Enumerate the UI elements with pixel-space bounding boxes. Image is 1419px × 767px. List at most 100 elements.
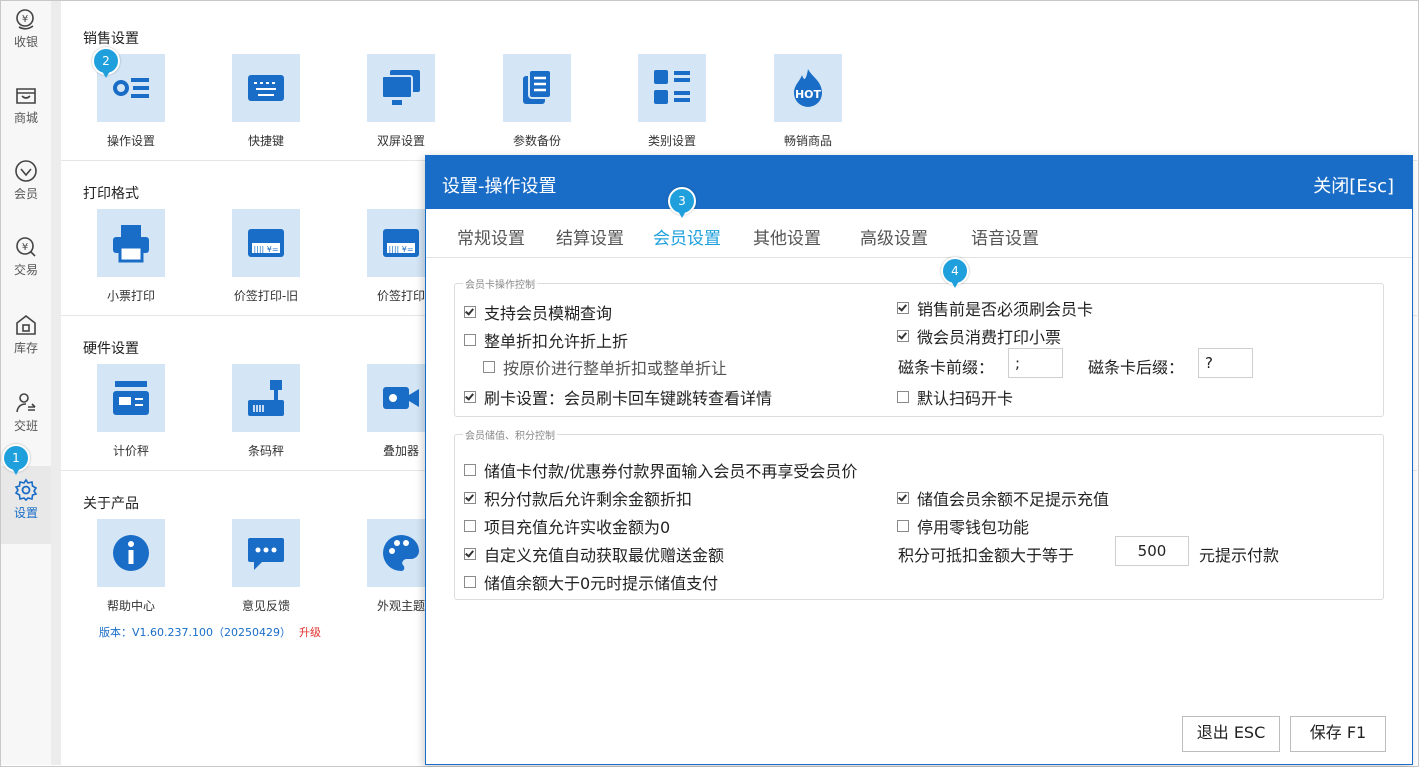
tile-label: 意见反馈 [241, 599, 290, 613]
require-card-before-sale-checkbox[interactable]: 销售前是否必须刷会员卡 [897, 296, 1093, 320]
shop-icon [16, 88, 36, 104]
zero-recharge-checkbox[interactable]: 项目充值允许实收金额为0 [464, 514, 670, 538]
mag-card-suffix-label: 磁条卡后缀： [1088, 358, 1185, 377]
tile-category-settings[interactable]: 类别设置 [622, 54, 722, 149]
nav-label: 交易 [13, 263, 38, 277]
original-price-discount-checkbox[interactable]: 按原价进行整单折扣或整单折让 [483, 355, 727, 379]
hot-flame-icon: HOT [794, 69, 822, 107]
group-title: 会员卡操作控制 [463, 276, 537, 291]
stacked-discount-checkbox[interactable]: 整单折扣允许折上折 [464, 328, 628, 352]
diamond-icon [15, 160, 37, 182]
tab-bar: 常规设置 结算设置 会员设置 其他设置 高级设置 语音设置 [426, 209, 1412, 258]
tile-barcode-scale[interactable]: 条码秤 [216, 364, 316, 459]
checkbox-icon [464, 334, 476, 346]
version-text: 版本：V1.60.237.100（20250429） [99, 626, 291, 639]
svg-text:¥: ¥ [22, 14, 28, 25]
step-marker: 3 [668, 187, 696, 218]
tile-parameter-backup[interactable]: 参数备份 [487, 54, 587, 149]
tile-shortcut-keys[interactable]: 快捷键 [216, 54, 316, 149]
tab-general[interactable]: 常规设置 [457, 224, 525, 249]
price-tag-icon: |||| ¥= [383, 229, 419, 257]
tile-label: 双屏设置 [376, 134, 425, 148]
exit-button[interactable]: 退出 ESC [1182, 716, 1280, 752]
nav-divider [51, 1, 61, 765]
svg-text:¥: ¥ [22, 242, 28, 253]
tile-pricing-scale[interactable]: 计价秤 [81, 364, 181, 459]
auto-best-bonus-checkbox[interactable]: 自定义充值自动获取最优赠送金额 [464, 542, 724, 566]
left-nav: ¥ 收银 商城 会员 ¥ 交易 库存 交班 设置 [1, 1, 51, 765]
points-remaining-discount-checkbox[interactable]: 积分付款后允许剩余金额折扣 [464, 486, 692, 510]
checkbox-icon [897, 391, 909, 403]
mag-card-prefix-label: 磁条卡前缀： [898, 358, 995, 377]
nav-label: 会员 [13, 187, 38, 201]
checkbox-icon [464, 464, 476, 476]
user-swap-icon [16, 393, 36, 413]
tile-price-label-old[interactable]: |||| ¥= 价签打印-旧 [216, 209, 316, 304]
checkbox-icon [464, 306, 476, 318]
tile-label: 小票打印 [106, 289, 155, 303]
checkbox-icon [464, 548, 476, 560]
points-threshold-input[interactable]: 500 [1115, 536, 1189, 566]
tile-label: 操作设置 [106, 134, 155, 148]
stored-value-prompt-checkbox[interactable]: 储值余额大于0元时提示储值支付 [464, 570, 718, 594]
barcode-scale-icon [248, 380, 284, 416]
dialog-title: 设置-操作设置 [442, 176, 557, 197]
category-list-icon [654, 70, 690, 104]
tile-feedback[interactable]: 意见反馈 [216, 519, 316, 614]
tile-label: 计价秤 [112, 444, 149, 458]
scan-to-open-card-checkbox[interactable]: 默认扫码开卡 [897, 385, 1013, 409]
tile-label: 帮助中心 [106, 599, 155, 613]
checkbox-icon [464, 492, 476, 504]
tile-receipt-print[interactable]: 小票打印 [81, 209, 181, 304]
tile-label: 参数备份 [512, 134, 561, 148]
nav-item-member[interactable]: 会员 [1, 159, 51, 229]
close-button[interactable]: 关闭[Esc] [1313, 172, 1394, 198]
cashier-icon: ¥ [16, 9, 34, 30]
nav-item-settings[interactable]: 设置 [1, 466, 51, 544]
settings-list-icon [113, 78, 149, 98]
keyboard-icon [248, 75, 284, 101]
fuzzy-search-checkbox[interactable]: 支持会员模糊查询 [464, 300, 612, 324]
disable-wallet-checkbox[interactable]: 停用零钱包功能 [897, 514, 1029, 538]
price-tag-icon: |||| ¥= [248, 229, 284, 257]
step-marker: 4 [941, 257, 969, 288]
checkbox-icon [464, 391, 476, 403]
svg-text:|||| ¥=: |||| ¥= [253, 245, 278, 254]
mag-card-suffix-input[interactable]: ? [1198, 348, 1253, 378]
points-threshold-label: 积分可抵扣金额大于等于 [898, 546, 1075, 565]
hot-badge: HOT [795, 88, 822, 101]
tile-label: 条码秤 [247, 444, 284, 458]
section-title-print: 打印格式 [83, 186, 139, 202]
nav-item-cashier[interactable]: ¥ 收银 [1, 7, 51, 77]
nav-item-mall[interactable]: 商城 [1, 83, 51, 153]
upgrade-link[interactable]: 升级 [299, 626, 321, 639]
section-title-sales: 销售设置 [83, 31, 139, 47]
tile-label: 价签打印-旧 [233, 289, 299, 303]
tab-member[interactable]: 会员设置 [653, 224, 721, 249]
mag-card-prefix-input[interactable]: ; [1008, 348, 1063, 378]
tab-other[interactable]: 其他设置 [753, 224, 821, 249]
tab-checkout[interactable]: 结算设置 [556, 224, 624, 249]
chat-bubble-icon [248, 538, 284, 570]
tab-advanced[interactable]: 高级设置 [860, 224, 928, 249]
tile-dual-screen[interactable]: 双屏设置 [351, 54, 451, 149]
card-swipe-setting-checkbox[interactable]: 刷卡设置：会员刷卡回车键跳转查看详情 [464, 385, 772, 409]
wechat-member-receipt-checkbox[interactable]: 微会员消费打印小票 [897, 324, 1061, 348]
insufficient-balance-recharge-checkbox[interactable]: 储值会员余额不足提示充值 [897, 486, 1109, 510]
no-member-price-checkbox[interactable]: 储值卡付款/优惠券付款界面输入会员不再享受会员价 [464, 458, 857, 482]
checkbox-icon [483, 361, 495, 373]
tile-label: 类别设置 [647, 134, 696, 148]
nav-item-transaction[interactable]: ¥ 交易 [1, 235, 51, 305]
operation-settings-dialog: 设置-操作设置 关闭[Esc] 常规设置 结算设置 会员设置 其他设置 高级设置… [425, 155, 1413, 765]
tile-help-center[interactable]: 帮助中心 [81, 519, 181, 614]
tile-bestsellers[interactable]: HOT 畅销商品 [758, 54, 858, 149]
nav-item-inventory[interactable]: 库存 [1, 313, 51, 383]
tile-label: 快捷键 [247, 134, 284, 148]
points-threshold-suffix: 元提示付款 [1199, 546, 1280, 565]
member-card-control-group: 会员卡操作控制 支持会员模糊查询 整单折扣允许折上折 按原价进行整单折扣或整单折… [454, 276, 1384, 417]
dialog-header: 设置-操作设置 关闭[Esc] [426, 156, 1412, 209]
tab-voice[interactable]: 语音设置 [971, 224, 1039, 249]
save-button[interactable]: 保存 F1 [1290, 716, 1386, 752]
printer-icon [113, 225, 149, 263]
gear-icon [14, 478, 38, 502]
